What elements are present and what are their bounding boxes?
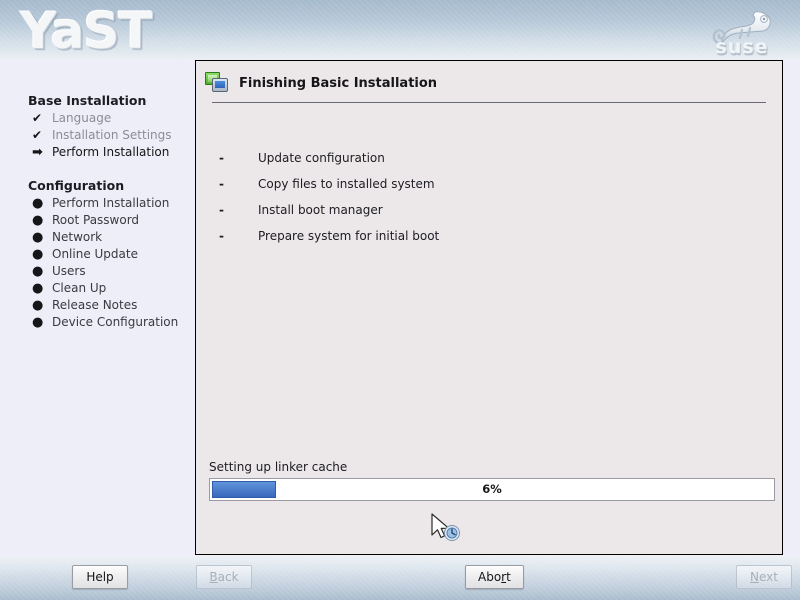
- bullet-icon: ●: [32, 247, 44, 262]
- bullet-icon: ●: [32, 196, 44, 211]
- bullet-icon: ●: [32, 315, 44, 330]
- suse-logo: suse: [700, 4, 784, 58]
- right-filler-strip: [783, 60, 800, 555]
- progress-status-text: Setting up linker cache: [209, 460, 348, 474]
- sidebar-item-network[interactable]: ● Network: [0, 229, 195, 246]
- dash-bullet-icon: -: [219, 151, 224, 165]
- bullet-icon: ●: [32, 213, 44, 228]
- back-button-label: Back: [209, 570, 239, 584]
- sidebar-item-label: Language: [52, 111, 112, 125]
- page-title: Finishing Basic Installation: [239, 75, 438, 91]
- abort-button[interactable]: Abort: [465, 565, 524, 589]
- bullet-icon: ●: [32, 230, 44, 245]
- arrow-right-icon: ➡: [32, 145, 43, 160]
- install-screen-icon: [205, 72, 229, 94]
- task-item-update-configuration: - Update configuration: [210, 145, 750, 171]
- sidebar-item-online-update[interactable]: ● Online Update: [0, 246, 195, 263]
- sidebar-item-label: Online Update: [52, 247, 138, 261]
- progress-bar: 6%: [209, 478, 775, 501]
- check-icon: ✔: [32, 128, 43, 142]
- sidebar-item-release-notes[interactable]: ● Release Notes: [0, 297, 195, 314]
- sidebar-item-label: Root Password: [52, 213, 140, 227]
- sidebar-item-device-configuration[interactable]: ● Device Configuration: [0, 314, 195, 331]
- sidebar-section-title-configuration: Configuration: [28, 178, 125, 193]
- task-item-copy-files: - Copy files to installed system: [210, 171, 750, 197]
- back-button: Back: [196, 565, 252, 589]
- sidebar-section-title-base-installation: Base Installation: [28, 93, 147, 108]
- bullet-icon: ●: [32, 264, 44, 279]
- suse-wordmark: suse: [715, 36, 769, 58]
- sidebar-item-label: Installation Settings: [52, 128, 172, 142]
- arrow-busy-cursor: [430, 513, 464, 547]
- check-icon: ✔: [32, 111, 43, 125]
- header-banner: YaST suse: [0, 0, 800, 60]
- next-button-label: Next: [750, 570, 778, 584]
- sidebar-item-label: Clean Up: [52, 281, 107, 295]
- installation-steps-sidebar: Base Installation ✔ Language ✔ Installat…: [0, 60, 195, 555]
- dialog-button-bar: Help Back Abort Next: [0, 555, 800, 600]
- bullet-icon: ●: [32, 281, 44, 296]
- help-button-label: Help: [86, 570, 114, 584]
- main-content-panel: Finishing Basic Installation - Update co…: [195, 60, 783, 555]
- task-item-prepare-initial-boot: - Prepare system for initial boot: [210, 223, 750, 249]
- title-divider: [212, 102, 766, 103]
- task-label: Install boot manager: [258, 203, 383, 217]
- sidebar-item-installation-settings[interactable]: ✔ Installation Settings: [0, 127, 195, 144]
- sidebar-item-label: Device Configuration: [52, 315, 179, 329]
- sidebar-item-label: Network: [52, 230, 103, 244]
- sidebar-item-label: Perform Installation: [52, 196, 170, 210]
- dash-bullet-icon: -: [219, 229, 224, 243]
- yast-installer-window: YaST suse Base Installation ✔ Language ✔…: [0, 0, 800, 600]
- sidebar-item-users[interactable]: ● Users: [0, 263, 195, 280]
- task-item-install-boot-manager: - Install boot manager: [210, 197, 750, 223]
- task-label: Copy files to installed system: [258, 177, 435, 191]
- help-button[interactable]: Help: [72, 565, 128, 589]
- task-label: Prepare system for initial boot: [258, 229, 440, 243]
- task-label: Update configuration: [258, 151, 385, 165]
- screen-blue-shape: [212, 78, 228, 92]
- panel-title-row: Finishing Basic Installation: [205, 72, 437, 94]
- sidebar-item-config-perform-installation[interactable]: ● Perform Installation: [0, 195, 195, 212]
- progress-percent-label: 6%: [482, 482, 502, 496]
- abort-button-label: Abort: [478, 570, 511, 584]
- yast-logo: YaST: [20, 2, 152, 60]
- dash-bullet-icon: -: [219, 203, 224, 217]
- dash-bullet-icon: -: [219, 177, 224, 191]
- sidebar-item-language[interactable]: ✔ Language: [0, 110, 195, 127]
- sidebar-item-label: Release Notes: [52, 298, 138, 312]
- sidebar-item-root-password[interactable]: ● Root Password: [0, 212, 195, 229]
- bullet-icon: ●: [32, 298, 44, 313]
- sidebar-item-label: Perform Installation: [52, 145, 170, 159]
- task-list: - Update configuration - Copy files to i…: [210, 145, 750, 249]
- sidebar-item-label: Users: [52, 264, 86, 278]
- sidebar-item-perform-installation[interactable]: ➡ Perform Installation: [0, 144, 195, 161]
- next-button: Next: [736, 565, 792, 589]
- sidebar-item-clean-up[interactable]: ● Clean Up: [0, 280, 195, 297]
